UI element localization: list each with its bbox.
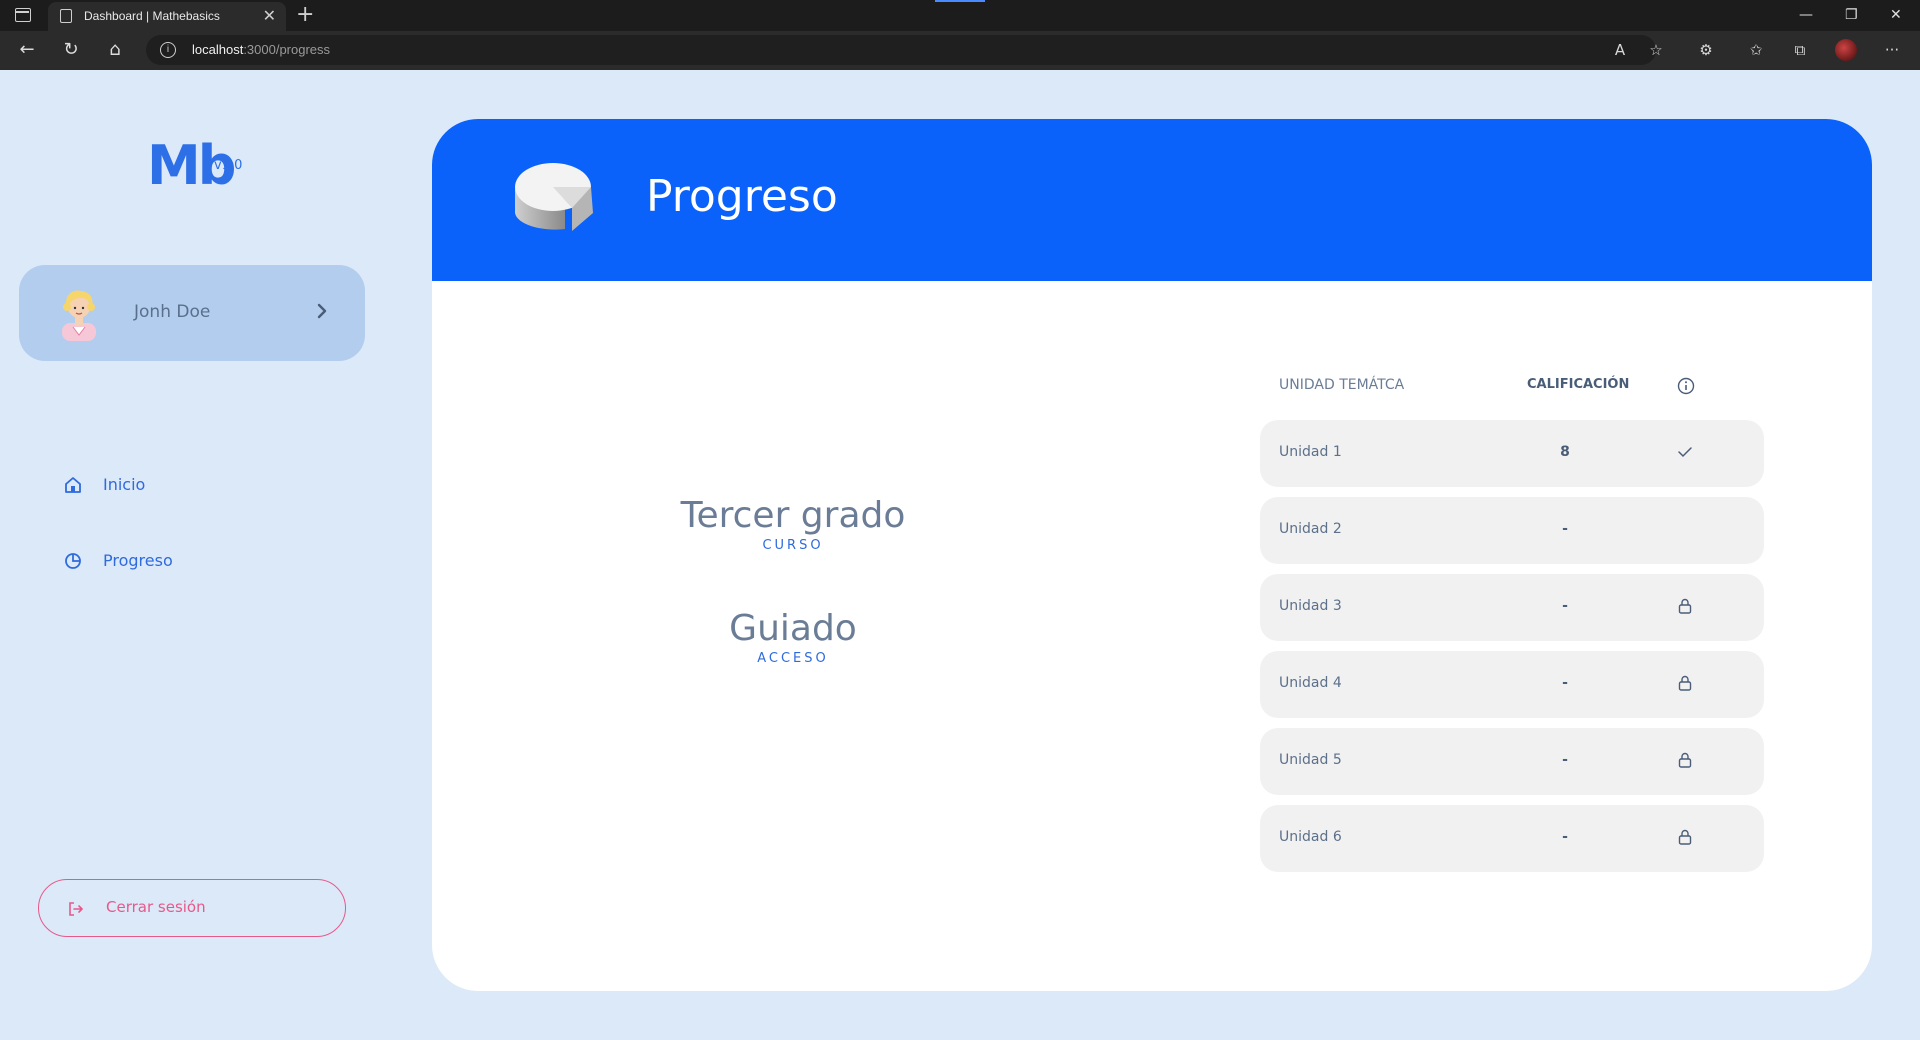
favorites-icon[interactable]: ✩ — [1746, 40, 1766, 60]
course-info: Tercer grado CURSO — [593, 495, 993, 553]
logout-button[interactable]: Cerrar sesión — [38, 879, 346, 937]
restore-icon[interactable]: ❐ — [1845, 4, 1858, 26]
user-avatar-icon — [62, 290, 96, 341]
browser-chrome: Dashboard | Mathebasics ✕ + — ❐ ✕ ← ↻ ⌂ … — [0, 0, 1920, 70]
add-favorite-icon[interactable]: ☆ — [1646, 40, 1666, 60]
pie-chart-3d-icon — [515, 163, 593, 231]
more-options-icon[interactable]: ··· — [1882, 40, 1902, 60]
refresh-icon[interactable]: ↻ — [58, 37, 84, 63]
table-row[interactable]: Unidad 3 - — [1260, 574, 1764, 641]
unit-grade: - — [1562, 829, 1568, 845]
tab-title: Dashboard | Mathebasics — [84, 9, 220, 23]
back-icon[interactable]: ← — [14, 37, 40, 63]
user-name: Jonh Doe — [134, 302, 211, 322]
unit-name: Unidad 2 — [1279, 521, 1342, 537]
course-label: CURSO — [762, 538, 824, 553]
unit-name: Unidad 3 — [1279, 598, 1342, 614]
chevron-right-icon[interactable] — [309, 298, 335, 324]
table-row[interactable]: Unidad 5 - — [1260, 728, 1764, 795]
home-icon[interactable]: ⌂ — [102, 37, 128, 63]
address-toolbar: ← ↻ ⌂ i localhost:3000/progress A ☆ ⚙ ✩ … — [0, 31, 1920, 70]
lock-icon — [1678, 598, 1692, 614]
read-aloud-icon[interactable]: A — [1610, 40, 1630, 60]
table-row[interactable]: Unidad 4 - — [1260, 651, 1764, 718]
sidebar-item-label: Progreso — [103, 551, 173, 570]
logout-label: Cerrar sesión — [106, 898, 206, 916]
table-row[interactable]: Unidad 6 - — [1260, 805, 1764, 872]
unit-name: Unidad 4 — [1279, 675, 1342, 691]
panel-header: Progreso — [432, 119, 1872, 281]
sidebar-item-label: Inicio — [103, 475, 146, 494]
lock-icon — [1678, 675, 1692, 691]
drag-indicator — [935, 0, 985, 2]
lock-icon — [1678, 829, 1692, 845]
tab-actions-icon[interactable] — [15, 8, 31, 22]
profile-avatar[interactable] — [1835, 39, 1857, 61]
table-row[interactable]: Unidad 1 8 — [1260, 420, 1764, 487]
progress-panel: Progreso Tercer grado CURSO Guiado ACCES… — [432, 119, 1872, 991]
column-header-unit: UNIDAD TEMÁTCA — [1279, 377, 1405, 393]
unit-grade: 8 — [1560, 444, 1570, 460]
table-row[interactable]: Unidad 2 - — [1260, 497, 1764, 564]
extensions-icon[interactable]: ⚙ — [1696, 40, 1716, 60]
minimize-icon[interactable]: — — [1799, 4, 1813, 26]
access-label: ACCESO — [757, 651, 829, 666]
unit-grade: - — [1562, 752, 1568, 768]
column-header-grade: CALIFICACIÓN — [1527, 377, 1630, 392]
tab-bar: Dashboard | Mathebasics ✕ + — ❐ ✕ — [0, 0, 1920, 31]
course-value: Tercer grado — [680, 495, 906, 536]
unit-grade: - — [1562, 675, 1568, 691]
address-bar[interactable]: i localhost:3000/progress — [146, 35, 1656, 65]
app-logo[interactable]: Mb v1.0 — [147, 138, 242, 194]
access-info: Guiado ACCESO — [593, 608, 993, 666]
lock-icon — [1678, 752, 1692, 768]
logout-icon — [69, 902, 84, 916]
pie-chart-icon — [65, 553, 81, 569]
collections-icon[interactable]: ⧉ — [1790, 40, 1810, 60]
check-icon — [1678, 447, 1692, 458]
unit-name: Unidad 5 — [1279, 752, 1342, 768]
site-info-icon[interactable]: i — [160, 42, 176, 58]
page-title: Progreso — [646, 171, 838, 222]
browser-tab[interactable]: Dashboard | Mathebasics ✕ — [48, 2, 286, 31]
access-value: Guiado — [729, 608, 857, 649]
unit-name: Unidad 1 — [1279, 444, 1342, 460]
page-icon — [60, 9, 72, 23]
info-icon[interactable] — [1677, 377, 1695, 395]
unit-grade: - — [1562, 521, 1568, 537]
close-window-icon[interactable]: ✕ — [1890, 4, 1902, 26]
close-tab-icon[interactable]: ✕ — [263, 6, 276, 26]
user-profile-card[interactable]: Jonh Doe — [19, 265, 365, 361]
app-version: v1.0 — [214, 158, 243, 173]
unit-grade: - — [1562, 598, 1568, 614]
new-tab-icon[interactable]: + — [296, 2, 314, 28]
home-icon — [65, 477, 81, 493]
unit-name: Unidad 6 — [1279, 829, 1342, 845]
url-text: localhost:3000/progress — [192, 42, 331, 57]
